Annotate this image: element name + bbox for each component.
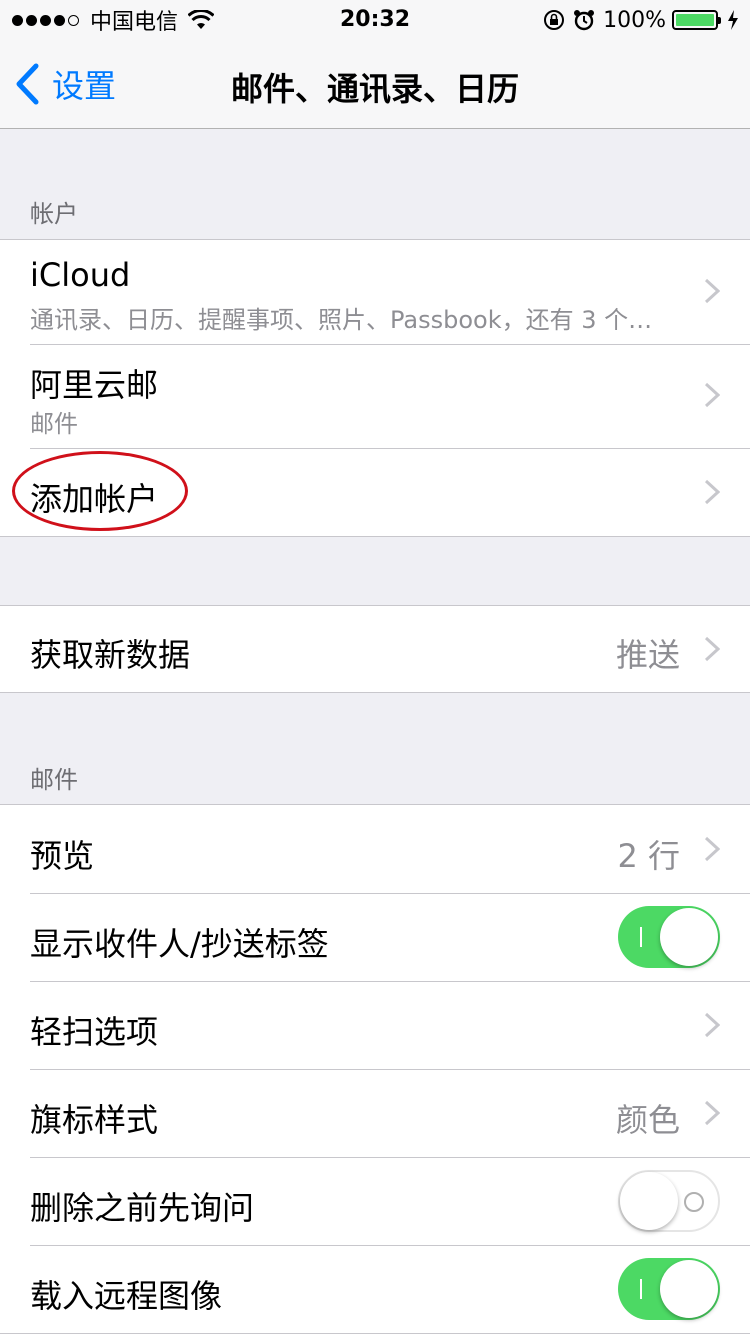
section-header-mail: 邮件	[30, 766, 78, 794]
orientation-lock-icon	[544, 10, 565, 30]
flag-style-label: 旗标样式	[30, 1101, 159, 1139]
show-to-cc-toggle[interactable]	[618, 906, 720, 968]
chevron-right-icon	[704, 836, 720, 862]
account-row-aliyun[interactable]: 阿里云邮 邮件	[0, 344, 750, 448]
navigation-bar: 设置 邮件、通讯录、日历	[0, 40, 750, 129]
account-title: 阿里云邮	[30, 366, 159, 404]
add-account-row[interactable]: 添加帐户	[0, 448, 750, 536]
account-row-icloud[interactable]: iCloud 通讯录、日历、提醒事项、照片、Passbook，还有 3 个…	[0, 240, 750, 344]
preview-value: 2 行	[617, 837, 680, 875]
chevron-right-icon	[704, 479, 720, 505]
fetch-new-data-row[interactable]: 获取新数据 推送	[0, 606, 750, 692]
status-right: 100%	[535, 6, 740, 34]
add-account-label: 添加帐户	[30, 480, 159, 518]
load-remote-images-row: 载入远程图像	[0, 1245, 750, 1333]
preview-label: 预览	[30, 837, 95, 875]
fetch-new-data-label: 获取新数据	[30, 636, 191, 674]
section-header-accounts: 帐户	[30, 200, 78, 228]
preview-row[interactable]: 预览 2 行	[0, 805, 750, 893]
swipe-options-row[interactable]: 轻扫选项	[0, 981, 750, 1069]
show-to-cc-label: 显示收件人/抄送标签	[30, 925, 329, 963]
chevron-right-icon	[704, 636, 720, 662]
fetch-group: 获取新数据 推送	[0, 605, 750, 693]
chevron-right-icon	[704, 278, 720, 304]
show-to-cc-row: 显示收件人/抄送标签	[0, 893, 750, 981]
chevron-right-icon	[704, 382, 720, 408]
fetch-new-data-value: 推送	[615, 636, 680, 674]
load-remote-images-toggle[interactable]	[618, 1258, 720, 1320]
flag-style-value: 颜色	[615, 1101, 680, 1139]
status-bar: 中国电信 20:32 100%	[0, 0, 750, 40]
alarm-icon	[574, 10, 595, 31]
battery-percentage: 100%	[603, 7, 666, 33]
ask-before-deleting-toggle[interactable]	[618, 1170, 720, 1232]
chevron-right-icon	[704, 1012, 720, 1038]
account-subtitle: 通讯录、日历、提醒事项、照片、Passbook，还有 3 个…	[30, 306, 653, 334]
chevron-right-icon	[704, 1100, 720, 1126]
battery-icon	[672, 10, 721, 30]
ask-before-deleting-row: 删除之前先询问	[0, 1157, 750, 1245]
account-title: iCloud	[30, 256, 131, 294]
load-remote-images-label: 载入远程图像	[30, 1277, 223, 1315]
page-title: 邮件、通讯录、日历	[230, 70, 519, 108]
accounts-group: iCloud 通讯录、日历、提醒事项、照片、Passbook，还有 3 个… 阿…	[0, 239, 750, 537]
account-subtitle: 邮件	[30, 410, 78, 438]
mail-group: 预览 2 行 显示收件人/抄送标签 轻扫选项 旗标样式 颜色 删除之前先询问 载…	[0, 804, 750, 1334]
charging-icon	[728, 10, 738, 30]
ask-before-deleting-label: 删除之前先询问	[30, 1189, 255, 1227]
flag-style-row[interactable]: 旗标样式 颜色	[0, 1069, 750, 1157]
swipe-options-label: 轻扫选项	[30, 1013, 159, 1051]
